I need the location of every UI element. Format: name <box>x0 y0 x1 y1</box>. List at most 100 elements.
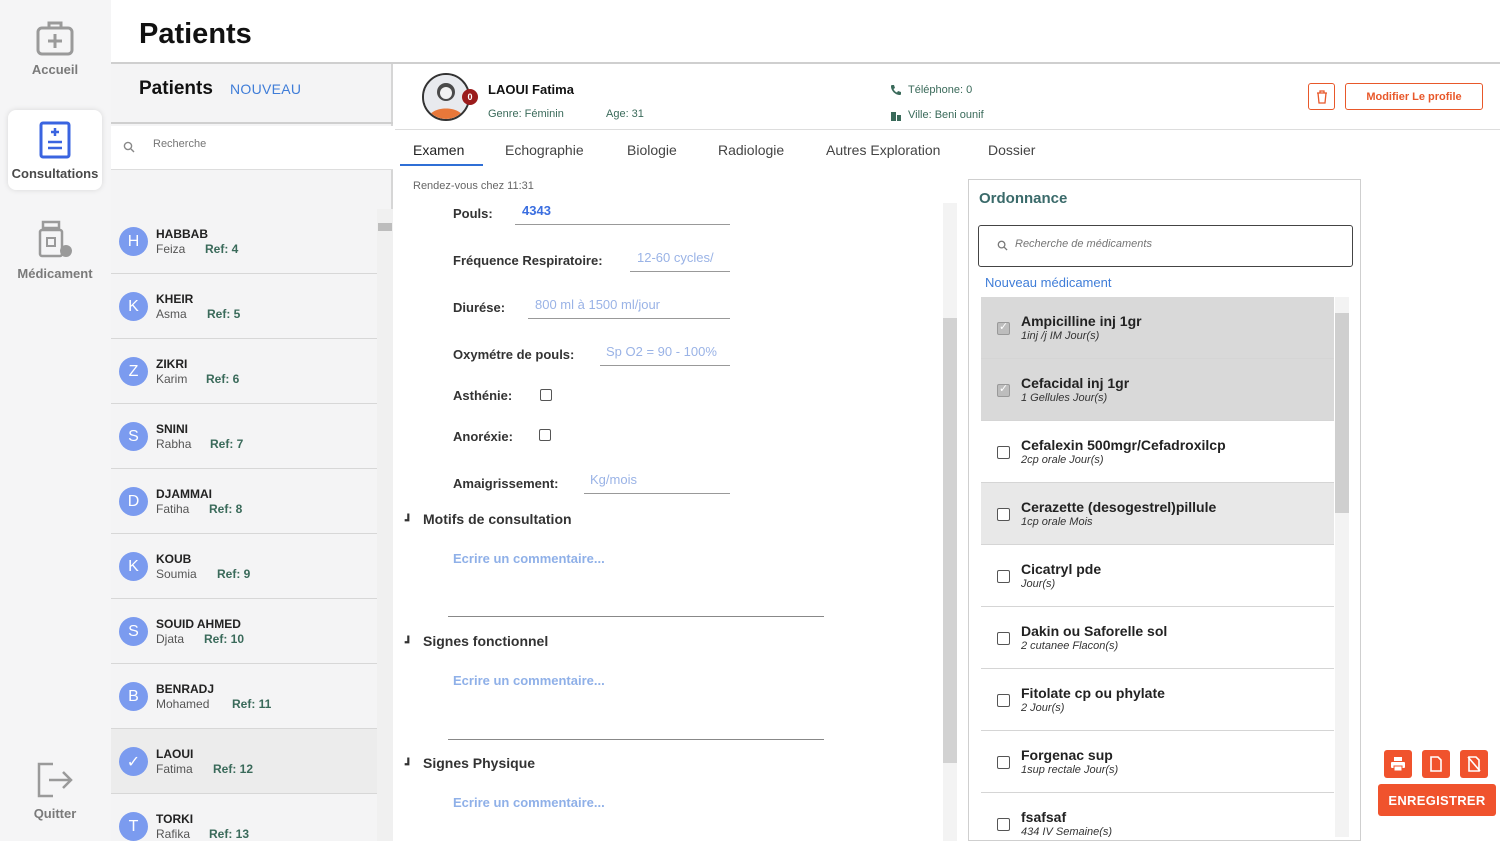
patient-ref: Ref: 6 <box>206 372 240 386</box>
patient-row[interactable]: K KHEIR Asma Ref: 5 <box>111 274 377 339</box>
tab-bar: Examen Echographie Biologie Radiologie A… <box>395 130 1500 168</box>
medication-checkbox[interactable] <box>997 694 1010 707</box>
section-motifs[interactable]: ┛ Motifs de consultation <box>405 511 572 527</box>
nav-medicament[interactable]: Médicament <box>8 210 102 290</box>
avatar: K <box>119 552 148 581</box>
delete-patient-button[interactable] <box>1308 83 1335 110</box>
diurese-field[interactable]: 800 ml à 1500 ml/jour <box>528 297 730 319</box>
medication-checkbox[interactable] <box>997 570 1010 583</box>
frequence-field[interactable]: 12-60 cycles/ <box>630 250 730 272</box>
patient-firstname: Asma <box>156 307 187 321</box>
patient-lastname: BENRADJ <box>156 682 215 696</box>
medication-item[interactable]: Cicatryl pde Jour(s) <box>981 545 1334 607</box>
patient-row[interactable]: B BENRADJ Mohamed Ref: 11 <box>111 664 377 729</box>
patient-firstname: Rabha <box>156 437 192 451</box>
section-signes-fonctionnel[interactable]: ┛ Signes fonctionnel <box>405 633 548 649</box>
telephone-text: Téléphone: 0 <box>908 84 973 96</box>
medication-checkbox[interactable] <box>997 508 1010 521</box>
tab-autres-exploration[interactable]: Autres Exploration <box>826 142 940 158</box>
medication-item[interactable]: Ampicilline inj 1gr 1inj /j IM Jour(s) <box>981 297 1334 359</box>
patient-row[interactable]: T TORKI Rafika Ref: 13 <box>111 794 377 841</box>
collapse-caret-icon: ┛ <box>405 759 412 771</box>
clipboard-icon <box>39 121 71 158</box>
section-signes-physique[interactable]: ┛ Signes Physique <box>405 755 535 771</box>
medication-item[interactable]: Cefalexin 500mgr/Cefadroxilcp 2cp orale … <box>981 421 1334 483</box>
anorexie-label: Anoréxie: <box>453 429 513 444</box>
document-button[interactable] <box>1422 750 1450 778</box>
collapse-caret-icon: ┛ <box>405 515 412 527</box>
patient-ref: Ref: 11 <box>232 697 272 711</box>
motifs-comment-field[interactable]: Ecrire un commentaire... <box>453 551 605 566</box>
medication-checkbox[interactable] <box>997 446 1010 459</box>
tab-dossier[interactable]: Dossier <box>988 142 1035 158</box>
medication-item[interactable]: Cerazette (desogestrel)pillule 1cp orale… <box>981 483 1334 545</box>
tab-radiologie[interactable]: Radiologie <box>718 142 784 158</box>
nav-quitter[interactable]: Quitter <box>8 750 102 830</box>
patient-lastname: ZIKRI <box>156 357 188 371</box>
medication-item[interactable]: fsafsaf 434 IV Semaine(s) <box>981 793 1334 837</box>
patient-lastname: LAOUI <box>156 747 194 761</box>
medication-checkbox[interactable] <box>997 632 1010 645</box>
medication-search-input[interactable] <box>1015 238 1335 250</box>
patient-firstname: Rafika <box>156 827 191 841</box>
patient-search-input[interactable] <box>153 138 373 150</box>
avatar: ✓ <box>119 747 148 776</box>
clear-document-button[interactable] <box>1460 750 1488 778</box>
tab-echographie[interactable]: Echographie <box>505 142 584 158</box>
anorexie-checkbox[interactable] <box>539 429 551 441</box>
medication-checkbox[interactable] <box>997 382 1010 397</box>
medication-dose: 2 Jour(s) <box>1021 702 1065 714</box>
nav-consultations[interactable]: Consultations <box>8 110 102 190</box>
patient-lastname: DJAMMAI <box>156 487 212 501</box>
patient-row[interactable]: D DJAMMAI Fatiha Ref: 8 <box>111 469 377 534</box>
divider <box>448 616 824 617</box>
avatar: S <box>119 617 148 646</box>
ordonnance-panel: Ordonnance Nouveau médicament Ampicillin… <box>968 179 1361 841</box>
patient-row[interactable]: S SOUID AHMED Djata Ref: 10 <box>111 599 377 664</box>
scrollbar-thumb[interactable] <box>943 318 957 763</box>
new-patient-button[interactable]: NOUVEAU <box>230 81 301 97</box>
page-title: Patients <box>139 18 252 50</box>
patient-row[interactable]: ✓ LAOUI Fatima Ref: 12 <box>111 729 377 794</box>
medication-item[interactable]: Fitolate cp ou phylate 2 Jour(s) <box>981 669 1334 731</box>
scrollbar-thumb[interactable] <box>378 223 392 231</box>
asthenie-checkbox[interactable] <box>540 389 552 401</box>
tab-biologie[interactable]: Biologie <box>627 142 677 158</box>
medication-name: fsafsaf <box>1021 809 1067 825</box>
signes-fonctionnel-comment-field[interactable]: Ecrire un commentaire... <box>453 673 605 688</box>
form-scrollbar[interactable] <box>943 203 957 841</box>
medication-list-scrollbar[interactable] <box>1335 297 1349 837</box>
patient-lastname: TORKI <box>156 812 194 826</box>
edit-profile-button[interactable]: Modifier Le profile <box>1345 83 1483 110</box>
medication-name: Cerazette (desogestrel)pillule <box>1021 499 1217 515</box>
medication-item[interactable]: Dakin ou Saforelle sol 2 cutanee Flacon(… <box>981 607 1334 669</box>
medication-item[interactable]: Cefacidal inj 1gr 1 Gellules Jour(s) <box>981 359 1334 421</box>
medication-checkbox[interactable] <box>997 320 1010 335</box>
patient-row[interactable]: K KOUB Soumia Ref: 9 <box>111 534 377 599</box>
save-button[interactable]: ENREGISTRER <box>1378 784 1496 816</box>
patient-list-scrollbar[interactable] <box>377 209 393 841</box>
medication-item[interactable]: Forgenac sup 1sup rectale Jour(s) <box>981 731 1334 793</box>
tab-examen[interactable]: Examen <box>413 142 464 158</box>
amaigrissement-field[interactable]: Kg/mois <box>584 472 730 494</box>
patient-ref: Ref: 5 <box>207 307 241 321</box>
patient-row[interactable]: S SNINI Rabha Ref: 7 <box>111 404 377 469</box>
scrollbar-thumb[interactable] <box>1335 313 1349 513</box>
city-icon <box>891 112 901 121</box>
patient-row[interactable]: Z ZIKRI Karim Ref: 6 <box>111 339 377 404</box>
oxymetre-field[interactable]: Sp O2 = 90 - 100% <box>600 344 730 366</box>
patient-telephone: Téléphone: 0 <box>890 84 972 96</box>
medication-list: Ampicilline inj 1gr 1inj /j IM Jour(s) C… <box>981 297 1334 837</box>
medication-checkbox[interactable] <box>997 818 1010 831</box>
patient-row[interactable]: H HABBAB Feiza Ref: 4 <box>111 209 377 274</box>
pouls-field[interactable]: 4343 <box>515 203 730 225</box>
print-button[interactable] <box>1384 750 1412 778</box>
patients-panel-title: Patients <box>139 78 213 99</box>
nav-accueil[interactable]: Accueil <box>8 8 102 88</box>
medication-checkbox[interactable] <box>997 756 1010 769</box>
nav-label: Accueil <box>31 61 79 77</box>
signes-physique-comment-field[interactable]: Ecrire un commentaire... <box>453 795 605 810</box>
new-medication-link[interactable]: Nouveau médicament <box>985 275 1111 290</box>
avatar: B <box>119 682 148 711</box>
patients-panel-header: Patients NOUVEAU <box>111 64 393 124</box>
